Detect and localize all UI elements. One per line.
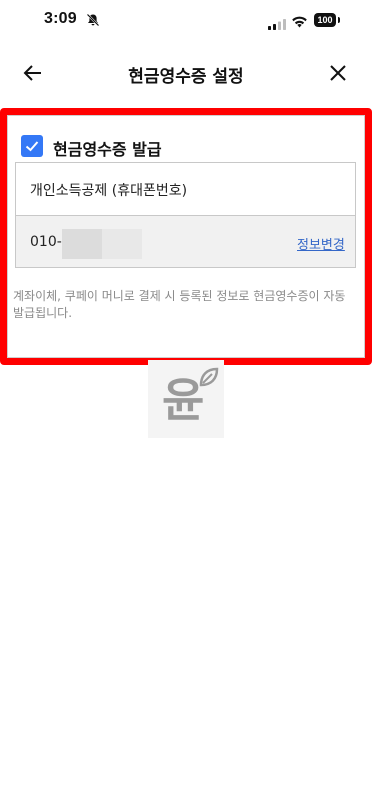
leaf-icon <box>198 366 220 392</box>
status-time: 3:09 <box>44 10 77 27</box>
receipt-type-row[interactable]: 개인소득공제 (휴대폰번호) <box>16 163 355 216</box>
phone-number-row: 010- 정보변경 <box>16 216 355 267</box>
status-bar: 3:09 100 <box>0 0 372 44</box>
battery-icon: 100 <box>314 13 336 27</box>
page-title: 현금영수증 설정 <box>128 67 244 87</box>
wifi-icon <box>291 13 308 32</box>
masked-phone-digits-2 <box>102 229 142 259</box>
issue-receipt-label: 현금영수증 발급 <box>53 140 162 159</box>
cash-receipt-panel: 현금영수증 발급 개인소득공제 (휴대폰번호) 010- 정보변경 계좌이체, … <box>0 108 372 365</box>
header: 현금영수증 설정 <box>0 50 372 98</box>
receipt-info-box: 개인소득공제 (휴대폰번호) 010- 정보변경 <box>15 162 356 268</box>
change-info-link[interactable]: 정보변경 <box>297 234 345 253</box>
battery-tip <box>338 17 340 23</box>
receipt-type-label: 개인소득공제 (휴대폰번호) <box>30 183 188 199</box>
bell-off-icon <box>86 12 100 31</box>
phone-number: 010- <box>30 234 62 250</box>
close-icon[interactable] <box>329 64 347 86</box>
auto-issue-notice: 계좌이체, 쿠페이 머니로 결제 시 등록된 정보로 현금영수증이 자동 발급됩… <box>13 289 346 320</box>
watermark-logo: 윤 <box>148 360 224 438</box>
cellular-signal-icon <box>268 15 286 34</box>
issue-receipt-checkbox[interactable] <box>21 135 43 157</box>
checkmark-icon <box>25 141 39 152</box>
